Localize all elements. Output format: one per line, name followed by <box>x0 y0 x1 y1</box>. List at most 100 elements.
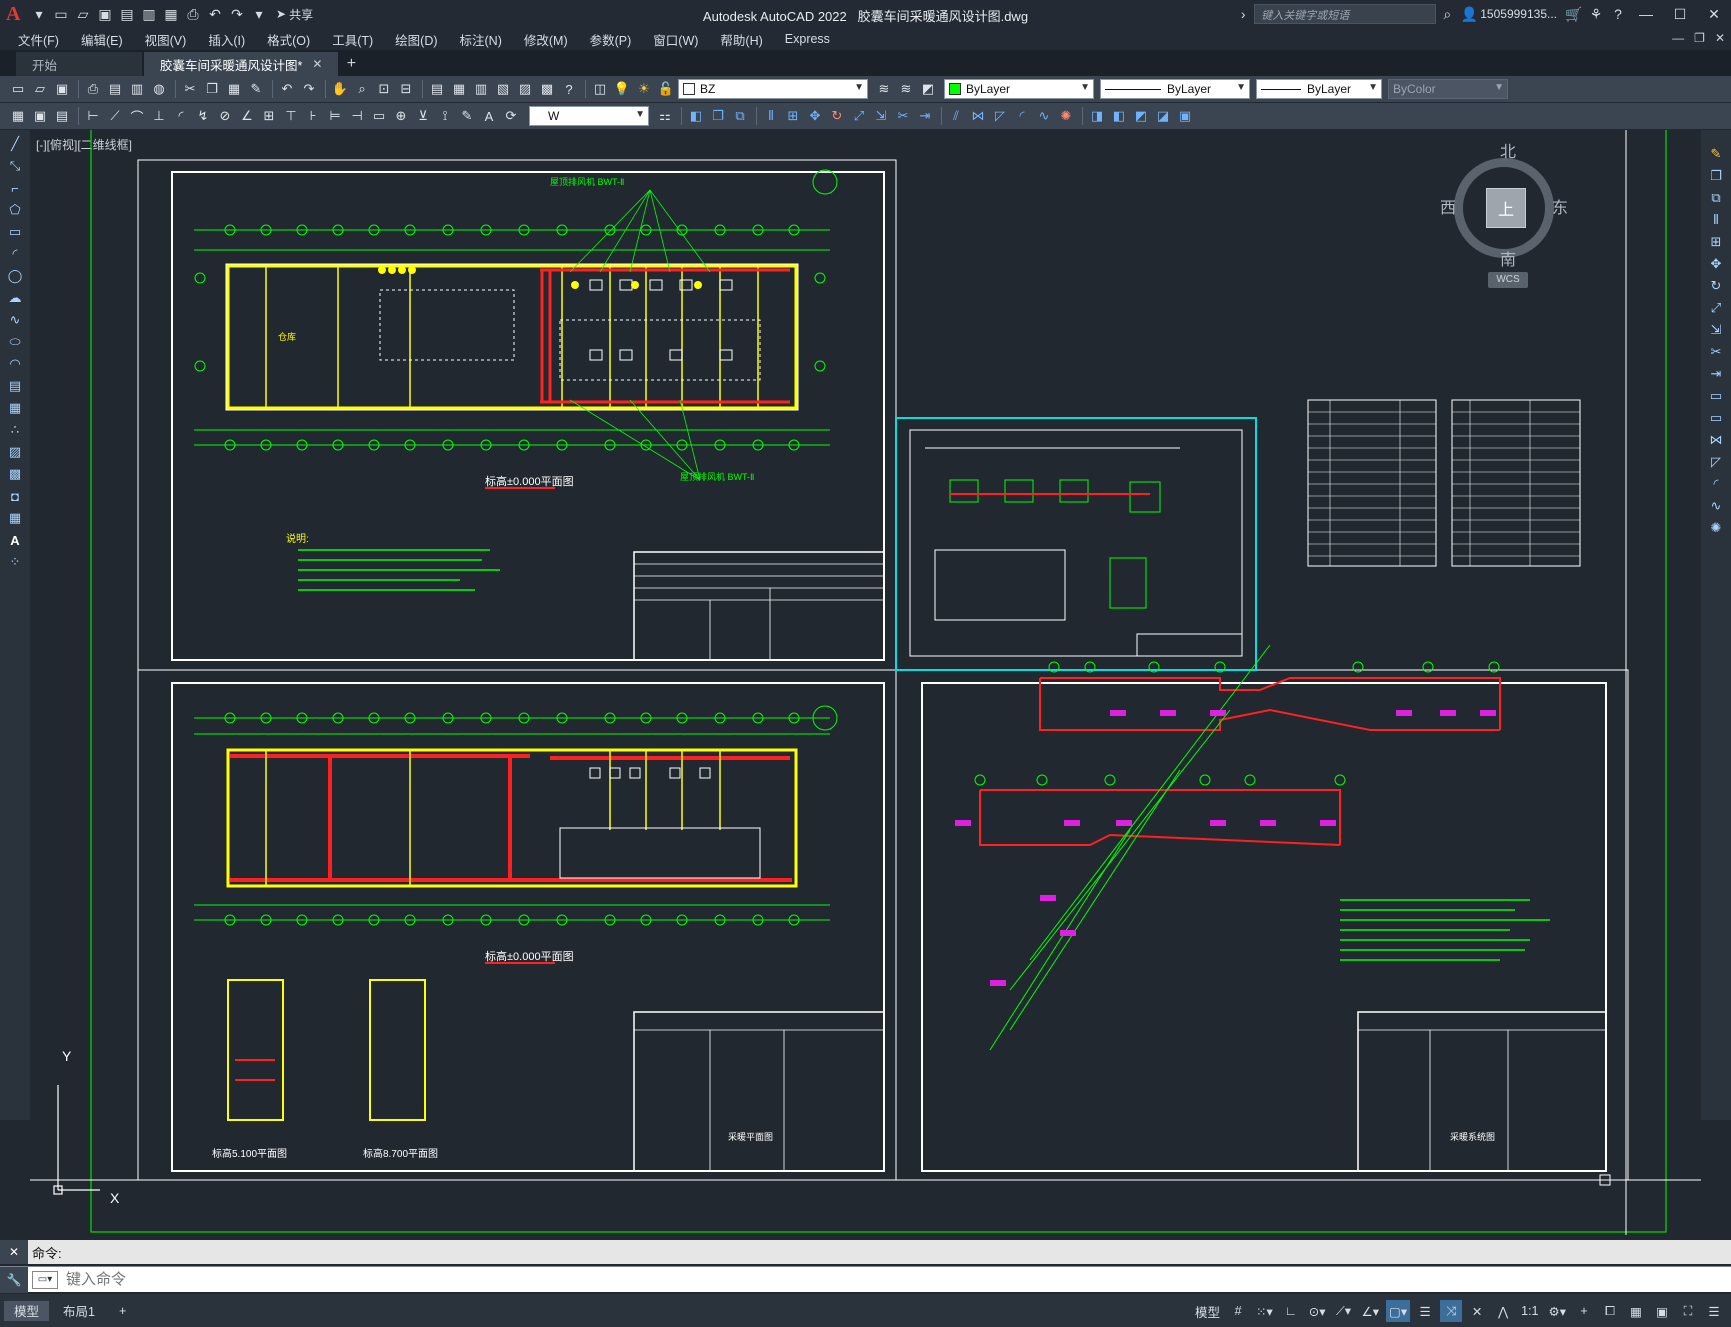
offset-tb-icon[interactable]: ⫴ <box>761 106 781 126</box>
extend-tb-icon[interactable]: ⇥ <box>915 106 935 126</box>
offset-icon[interactable]: ⫴ <box>1705 210 1727 230</box>
mirror-tb-icon[interactable]: ⧉ <box>730 106 750 126</box>
center-mark-icon[interactable]: ⊕ <box>391 106 411 126</box>
radius-dim-icon[interactable]: ◜ <box>171 106 191 126</box>
explode-tb-icon[interactable]: ✺ <box>1056 106 1076 126</box>
customization-icon[interactable]: ☰ <box>1703 1300 1725 1322</box>
isodraft-icon[interactable]: ⟋▾ <box>1333 1300 1355 1322</box>
lineweight-select[interactable]: ByLayer ▼ <box>1256 79 1382 99</box>
model-space-button[interactable]: 模型 <box>1192 1300 1223 1322</box>
publish-icon[interactable]: ▥ <box>127 79 147 99</box>
viewcube-north[interactable]: 北 <box>1500 138 1516 162</box>
help-search-input[interactable]: 键入关键字或短语 <box>1254 4 1437 24</box>
dim-text-edit-icon[interactable]: A <box>479 106 499 126</box>
menu-file[interactable]: 文件(F) <box>18 30 59 49</box>
doc-minimize-icon[interactable]: — <box>1672 31 1684 45</box>
move-icon[interactable]: ✥ <box>1705 254 1727 274</box>
arc-length-icon[interactable]: ⌒ <box>127 106 147 126</box>
line-icon[interactable]: ╱ <box>4 134 26 154</box>
wcs-menu[interactable]: WCS <box>1488 272 1528 288</box>
zoom-previous-icon[interactable]: ⊟ <box>396 79 416 99</box>
clean-screen-icon[interactable]: ⛶ <box>1677 1300 1699 1322</box>
menu-view[interactable]: 视图(V) <box>145 30 187 49</box>
move-tb-icon[interactable]: ✥ <box>805 106 825 126</box>
web-icon[interactable]: ◍ <box>149 79 169 99</box>
viewcube-top-face[interactable]: 上 <box>1486 188 1526 228</box>
open-icon[interactable]: ▱ <box>30 79 50 99</box>
customize-qa-icon[interactable]: ▾ <box>248 3 270 25</box>
stretch-icon[interactable]: ⇲ <box>1705 320 1727 340</box>
viewcube-west[interactable]: 西 <box>1440 194 1456 218</box>
autocad-logo-icon[interactable]: A <box>6 3 28 25</box>
textstyle-select[interactable]: W ▼ <box>529 106 649 126</box>
annotation-scale-icon[interactable]: ⋀ <box>1492 1300 1514 1322</box>
undo-icon[interactable]: ↶ <box>204 3 226 25</box>
rotate-tb-icon[interactable]: ↻ <box>827 106 847 126</box>
cut-icon[interactable]: ✂ <box>180 79 200 99</box>
annotation-visibility-icon[interactable]: ✕ <box>1466 1300 1488 1322</box>
linetype-select[interactable]: ByLayer ▼ <box>1100 79 1250 99</box>
tool-palettes-icon[interactable]: ▥ <box>471 79 491 99</box>
chamfer-icon[interactable]: ◸ <box>1705 452 1727 472</box>
workspace-gear-icon[interactable]: ⚙▾ <box>1546 1300 1569 1322</box>
dim-update-icon[interactable]: ⟳ <box>501 106 521 126</box>
stretch-tb-icon[interactable]: ⇲ <box>871 106 891 126</box>
tab-model[interactable]: 模型 <box>4 1300 50 1321</box>
save-tb-icon[interactable]: ▣ <box>52 79 72 99</box>
inspect-icon[interactable]: ⊻ <box>413 106 433 126</box>
menu-format[interactable]: 格式(O) <box>267 30 310 49</box>
search-icon[interactable]: ⌕ <box>1436 3 1458 25</box>
properties-icon[interactable]: ▤ <box>427 79 447 99</box>
region-icon[interactable]: ◘ <box>4 486 26 506</box>
match-prop-icon[interactable]: ✎ <box>246 79 266 99</box>
linear-dim-icon[interactable]: ⊢ <box>83 106 103 126</box>
table-icon[interactable]: ▦ <box>4 508 26 528</box>
menu-dimension[interactable]: 标注(N) <box>460 30 502 49</box>
rotate-icon[interactable]: ↻ <box>1705 276 1727 296</box>
trim-tb-icon[interactable]: ✂ <box>893 106 913 126</box>
blend-tb-icon[interactable]: ∿ <box>1034 106 1054 126</box>
dim-style-icon[interactable]: ⚏ <box>655 106 675 126</box>
point-icon[interactable]: ∴ <box>4 420 26 440</box>
revcloud-icon[interactable]: ☁ <box>4 288 26 308</box>
grid-icon[interactable]: # <box>1227 1300 1249 1322</box>
scale-tb-icon[interactable]: ⤢ <box>849 106 869 126</box>
ortho-icon[interactable]: ∟ <box>1280 1300 1302 1322</box>
share-button[interactable]: ➤ 共享 <box>276 6 313 23</box>
menu-window[interactable]: 窗口(W) <box>653 30 698 49</box>
menu-edit[interactable]: 编辑(E) <box>81 30 123 49</box>
undo-tb-icon[interactable]: ↶ <box>277 79 297 99</box>
preview-icon[interactable]: ▤ <box>105 79 125 99</box>
menu-tools[interactable]: 工具(T) <box>332 30 373 49</box>
menu-help[interactable]: 帮助(H) <box>720 30 762 49</box>
command-customize-icon[interactable]: 🔧 <box>0 1266 28 1293</box>
break-tb-icon[interactable]: ⫽ <box>946 106 966 126</box>
blend-curves-icon[interactable]: ∿ <box>1705 496 1727 516</box>
ordinate-dim-icon[interactable]: ⊥ <box>149 106 169 126</box>
jogged-dim-icon[interactable]: ↯ <box>193 106 213 126</box>
explode-icon[interactable]: ✺ <box>1705 518 1727 538</box>
tab-layout1[interactable]: 布局1 <box>53 1301 105 1321</box>
minimize-icon[interactable]: — <box>1629 0 1663 28</box>
break-dim-icon[interactable]: ⊣ <box>347 106 367 126</box>
sheet-set-icon[interactable]: ▧ <box>493 79 513 99</box>
draworder-above-icon[interactable]: ◩ <box>1131 106 1151 126</box>
angular-dim-icon[interactable]: ∠ <box>237 106 257 126</box>
maximize-icon[interactable]: ☐ <box>1663 0 1697 28</box>
space-dim-icon[interactable]: ⊨ <box>325 106 345 126</box>
arc-icon[interactable]: ◜ <box>4 244 26 264</box>
cart-icon[interactable]: 🛒 <box>1563 3 1585 25</box>
fillet-tb-icon[interactable]: ◜ <box>1012 106 1032 126</box>
snap-icon[interactable]: ⁙▾ <box>1253 1300 1276 1322</box>
insert-block-pal-icon[interactable]: ▤ <box>4 376 26 396</box>
layer-manager-icon[interactable]: ◫ <box>590 79 610 99</box>
copy-pal-icon[interactable]: ❐ <box>1705 166 1727 186</box>
hatch-icon[interactable]: ▨ <box>4 442 26 462</box>
tolerance-icon[interactable]: ▭ <box>369 106 389 126</box>
otrack-icon[interactable]: ∠▾ <box>1359 1300 1382 1322</box>
viewcube-east[interactable]: 东 <box>1552 194 1568 218</box>
new-tab-icon[interactable]: + <box>338 52 364 76</box>
add-layout-icon[interactable]: + <box>109 1301 136 1321</box>
gradient-icon[interactable]: ▩ <box>4 464 26 484</box>
circle-icon[interactable]: ◯ <box>4 266 26 286</box>
